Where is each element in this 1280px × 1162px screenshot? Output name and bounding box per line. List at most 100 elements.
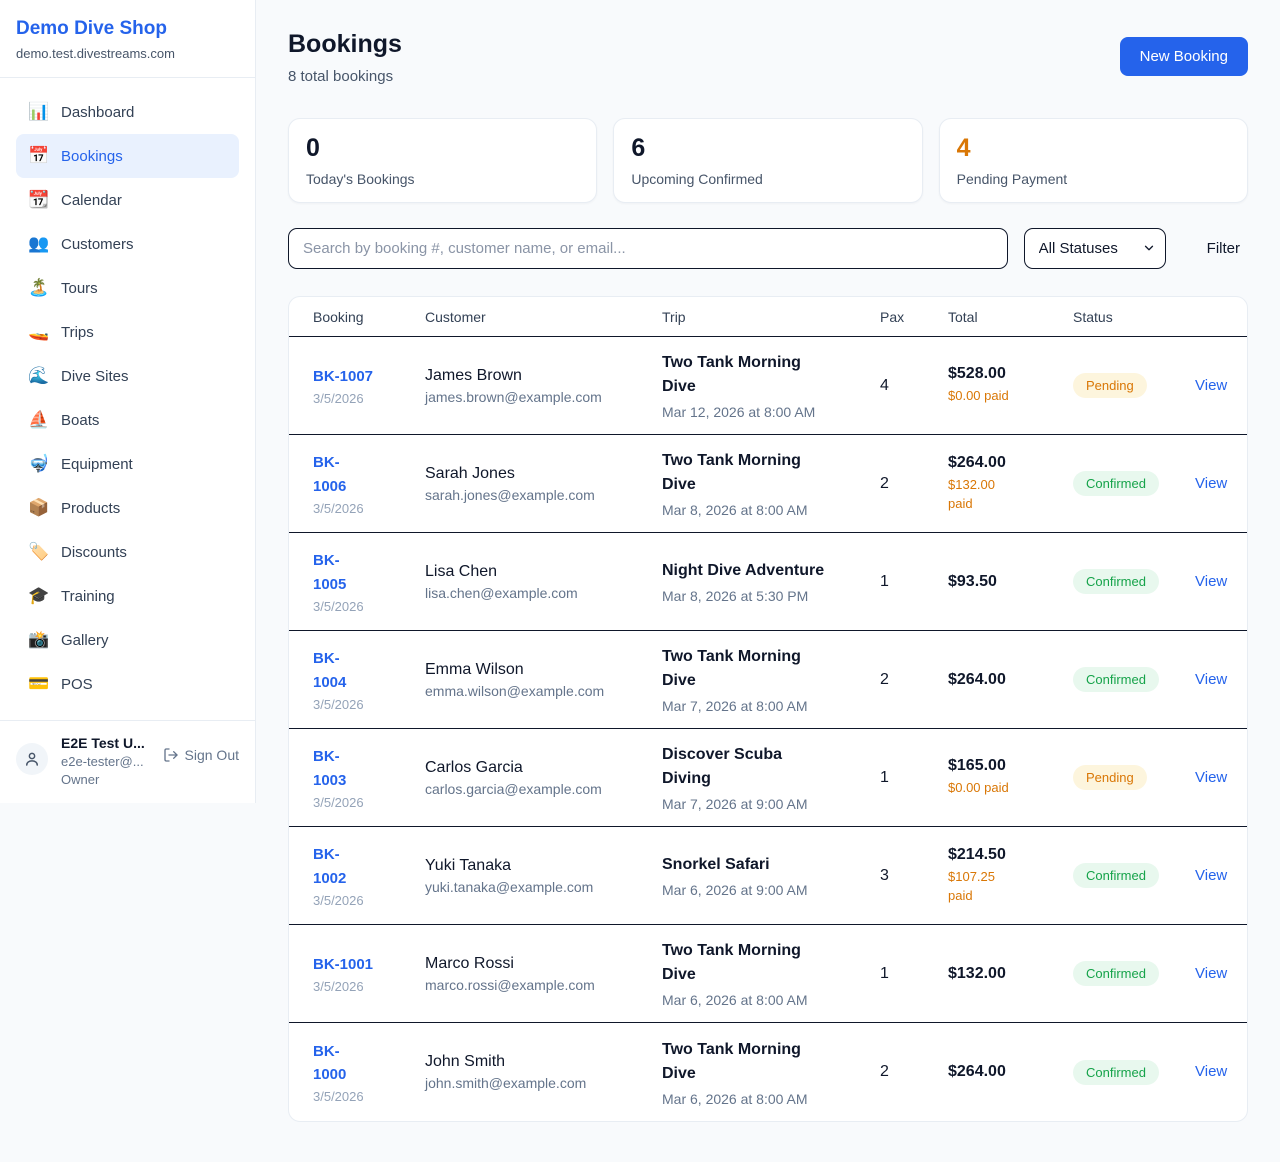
sidebar-item-products[interactable]: 📦 Products <box>16 486 239 530</box>
total-amount: $264.00 <box>948 671 1073 689</box>
sidebar-item-training[interactable]: 🎓 Training <box>16 574 239 618</box>
user-role: Owner <box>61 772 151 787</box>
user-info: E2E Test U... e2e-tester@... Owner <box>61 735 151 787</box>
new-booking-button[interactable]: New Booking <box>1120 37 1248 76</box>
total-amount: $528.00 <box>948 365 1073 383</box>
booking-date: 3/5/2026 <box>313 795 425 810</box>
view-link[interactable]: View <box>1195 769 1227 786</box>
main-content: Bookings 8 total bookings New Booking 0 … <box>256 0 1280 1122</box>
booking-id-link[interactable]: BK- 1000 <box>313 1040 346 1087</box>
search-input[interactable] <box>288 228 1008 269</box>
view-link[interactable]: View <box>1195 867 1227 884</box>
status-badge: Confirmed <box>1073 961 1159 986</box>
booking-date: 3/5/2026 <box>313 599 425 614</box>
dive-mask-icon: 🤿 <box>28 454 48 474</box>
view-link[interactable]: View <box>1195 1063 1227 1080</box>
credit-card-icon: 💳 <box>28 674 48 694</box>
col-header-status: Status <box>1073 309 1195 325</box>
sidebar-item-gallery[interactable]: 📸 Gallery <box>16 618 239 662</box>
view-link[interactable]: View <box>1195 573 1227 590</box>
sidebar-item-calendar[interactable]: 📆 Calendar <box>16 178 239 222</box>
paid-amount: $132.00 paid <box>948 476 1012 514</box>
status-select-wrap: All Statuses <box>1024 228 1166 269</box>
filter-button[interactable]: Filter <box>1199 240 1248 257</box>
stat-card-todays-bookings: 0 Today's Bookings <box>288 118 597 203</box>
sign-out-button[interactable]: Sign Out <box>163 747 239 763</box>
trip-name: Two Tank Morning Dive <box>662 1038 847 1086</box>
trip-datetime: Mar 8, 2026 at 8:00 AM <box>662 502 880 518</box>
view-link[interactable]: View <box>1195 475 1227 492</box>
wave-icon: 🌊 <box>28 366 48 386</box>
sailboat-icon: ⛵ <box>28 410 48 430</box>
customer-name: John Smith <box>425 1053 662 1071</box>
trip-datetime: Mar 12, 2026 at 8:00 AM <box>662 404 880 420</box>
sidebar-user-section: E2E Test U... e2e-tester@... Owner Sign … <box>0 720 255 803</box>
col-header-pax: Pax <box>880 309 948 325</box>
booking-id-link[interactable]: BK- 1002 <box>313 843 346 890</box>
total-amount: $165.00 <box>948 757 1073 775</box>
sidebar-item-dive-sites[interactable]: 🌊 Dive Sites <box>16 354 239 398</box>
customer-name: James Brown <box>425 367 662 385</box>
status-select[interactable]: All Statuses <box>1024 228 1166 269</box>
paid-amount: $0.00 paid <box>948 779 1012 798</box>
table-row: BK- 1006 3/5/2026 Sarah Jones sarah.jone… <box>289 435 1247 533</box>
status-badge: Confirmed <box>1073 667 1159 692</box>
sidebar-item-equipment[interactable]: 🤿 Equipment <box>16 442 239 486</box>
table-row: BK- 1003 3/5/2026 Carlos Garcia carlos.g… <box>289 729 1247 827</box>
pax-count: 2 <box>880 475 948 493</box>
people-icon: 👥 <box>28 234 48 254</box>
customer-email: john.smith@example.com <box>425 1075 662 1091</box>
booking-id-link[interactable]: BK- 1003 <box>313 745 346 792</box>
status-badge: Confirmed <box>1073 1060 1159 1085</box>
booking-id-link[interactable]: BK-1007 <box>313 365 373 388</box>
booking-id-link[interactable]: BK- 1006 <box>313 451 346 498</box>
col-header-trip: Trip <box>662 309 880 325</box>
status-badge: Pending <box>1073 373 1147 398</box>
sidebar-item-tours[interactable]: 🏝️ Tours <box>16 266 239 310</box>
booking-date: 3/5/2026 <box>313 501 425 516</box>
pax-count: 4 <box>880 377 948 395</box>
tear-calendar-icon: 📆 <box>28 190 48 210</box>
trip-name: Night Dive Adventure <box>662 559 847 583</box>
col-header-customer: Customer <box>425 309 662 325</box>
status-badge: Confirmed <box>1073 863 1159 888</box>
sidebar-item-dashboard[interactable]: 📊 Dashboard <box>16 90 239 134</box>
paid-amount: $107.25 paid <box>948 868 1012 906</box>
trip-datetime: Mar 6, 2026 at 9:00 AM <box>662 882 880 898</box>
total-amount: $264.00 <box>948 1063 1073 1081</box>
view-link[interactable]: View <box>1195 671 1227 688</box>
sidebar-item-pos[interactable]: 💳 POS <box>16 662 239 706</box>
total-amount: $214.50 <box>948 846 1073 864</box>
pax-count: 1 <box>880 769 948 787</box>
pax-count: 2 <box>880 1063 948 1081</box>
sidebar-header: Demo Dive Shop demo.test.divestreams.com <box>0 0 255 78</box>
stat-label: Today's Bookings <box>306 171 579 187</box>
trip-datetime: Mar 6, 2026 at 8:00 AM <box>662 992 880 1008</box>
customer-name: Yuki Tanaka <box>425 857 662 875</box>
trip-name: Two Tank Morning Dive <box>662 449 847 497</box>
filter-row: All Statuses Filter <box>288 228 1248 269</box>
view-link[interactable]: View <box>1195 377 1227 394</box>
total-amount: $93.50 <box>948 573 1073 591</box>
user-name: E2E Test U... <box>61 735 151 751</box>
booking-id-link[interactable]: BK-1001 <box>313 953 373 976</box>
sidebar-item-boats[interactable]: ⛵ Boats <box>16 398 239 442</box>
shop-domain: demo.test.divestreams.com <box>16 46 239 61</box>
pax-count: 1 <box>880 573 948 591</box>
view-link[interactable]: View <box>1195 965 1227 982</box>
bookings-table: Booking Customer Trip Pax Total Status B… <box>288 296 1248 1122</box>
booking-id-link[interactable]: BK- 1004 <box>313 647 346 694</box>
customer-name: Carlos Garcia <box>425 759 662 777</box>
booking-id-link[interactable]: BK- 1005 <box>313 549 346 596</box>
trip-datetime: Mar 7, 2026 at 9:00 AM <box>662 796 880 812</box>
sidebar-item-customers[interactable]: 👥 Customers <box>16 222 239 266</box>
sidebar-item-discounts[interactable]: 🏷️ Discounts <box>16 530 239 574</box>
trip-name: Two Tank Morning Dive <box>662 351 847 399</box>
stat-value: 4 <box>957 134 1230 163</box>
sidebar-item-bookings[interactable]: 📅 Bookings <box>16 134 239 178</box>
page-title: Bookings <box>288 30 402 59</box>
sidebar-nav: 📊 Dashboard 📅 Bookings 📆 Calendar 👥 Cust… <box>0 78 255 720</box>
package-icon: 📦 <box>28 498 48 518</box>
sidebar-item-trips[interactable]: 🚤 Trips <box>16 310 239 354</box>
stat-label: Upcoming Confirmed <box>631 171 904 187</box>
